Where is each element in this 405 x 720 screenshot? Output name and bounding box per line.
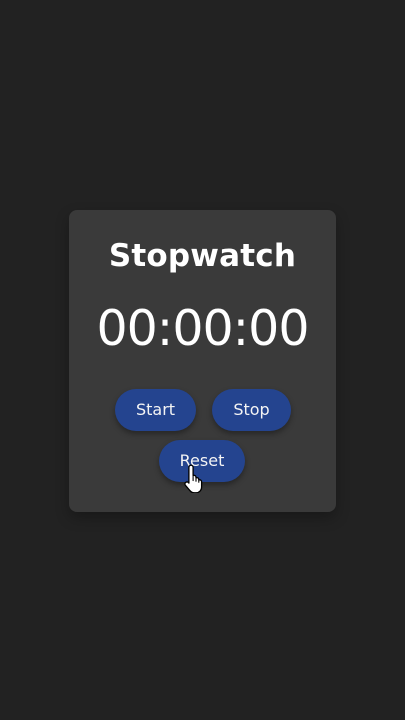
stopwatch-card: Stopwatch 00:00:00 Start Stop Reset bbox=[69, 210, 336, 512]
stop-button[interactable]: Stop bbox=[212, 389, 291, 431]
start-button[interactable]: Start bbox=[115, 389, 196, 431]
time-display: 00:00:00 bbox=[96, 300, 309, 357]
page-background: Stopwatch 00:00:00 Start Stop Reset bbox=[0, 0, 405, 720]
reset-button[interactable]: Reset bbox=[159, 440, 245, 482]
stopwatch-title: Stopwatch bbox=[108, 238, 297, 274]
